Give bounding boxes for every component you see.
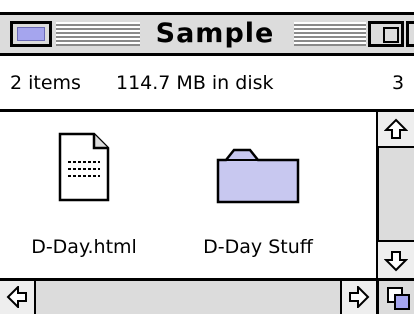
background-window-edge: [0, 0, 414, 12]
html-document-icon: [58, 132, 110, 206]
arrow-right-icon: [348, 284, 370, 312]
zoom-box-button[interactable]: [368, 21, 404, 47]
item-count: 2 items: [10, 72, 81, 94]
available-space-partial: 3: [392, 72, 405, 94]
file-item-label: D-Day.html: [31, 236, 137, 258]
scroll-right-button[interactable]: [340, 281, 376, 314]
folder-item[interactable]: D-Day Stuff: [188, 130, 328, 270]
scroll-left-button[interactable]: [0, 281, 36, 314]
file-item-html[interactable]: D-Day.html: [14, 130, 154, 270]
arrow-down-icon: [383, 250, 409, 276]
arrow-left-icon: [6, 284, 28, 312]
horizontal-scrollbar[interactable]: [0, 278, 376, 314]
folder-item-label: D-Day Stuff: [203, 236, 313, 258]
collapse-box-button[interactable]: [406, 21, 414, 47]
titlebar-stripes-right: [294, 22, 366, 46]
folder-icon: [216, 148, 300, 208]
resize-icon: [387, 287, 411, 315]
disk-usage: 114.7 MB in disk: [116, 72, 274, 94]
resize-grow-box[interactable]: [376, 278, 414, 314]
close-box-button[interactable]: [10, 21, 52, 47]
scroll-up-button[interactable]: [378, 112, 414, 148]
titlebar-stripes-left: [56, 22, 144, 46]
arrow-up-icon: [383, 118, 409, 144]
scroll-down-button[interactable]: [378, 240, 414, 278]
window-info-bar: 2 items 114.7 MB in disk 3: [0, 56, 414, 112]
window-titlebar[interactable]: Sample: [0, 12, 414, 56]
window-title: Sample: [140, 16, 290, 52]
